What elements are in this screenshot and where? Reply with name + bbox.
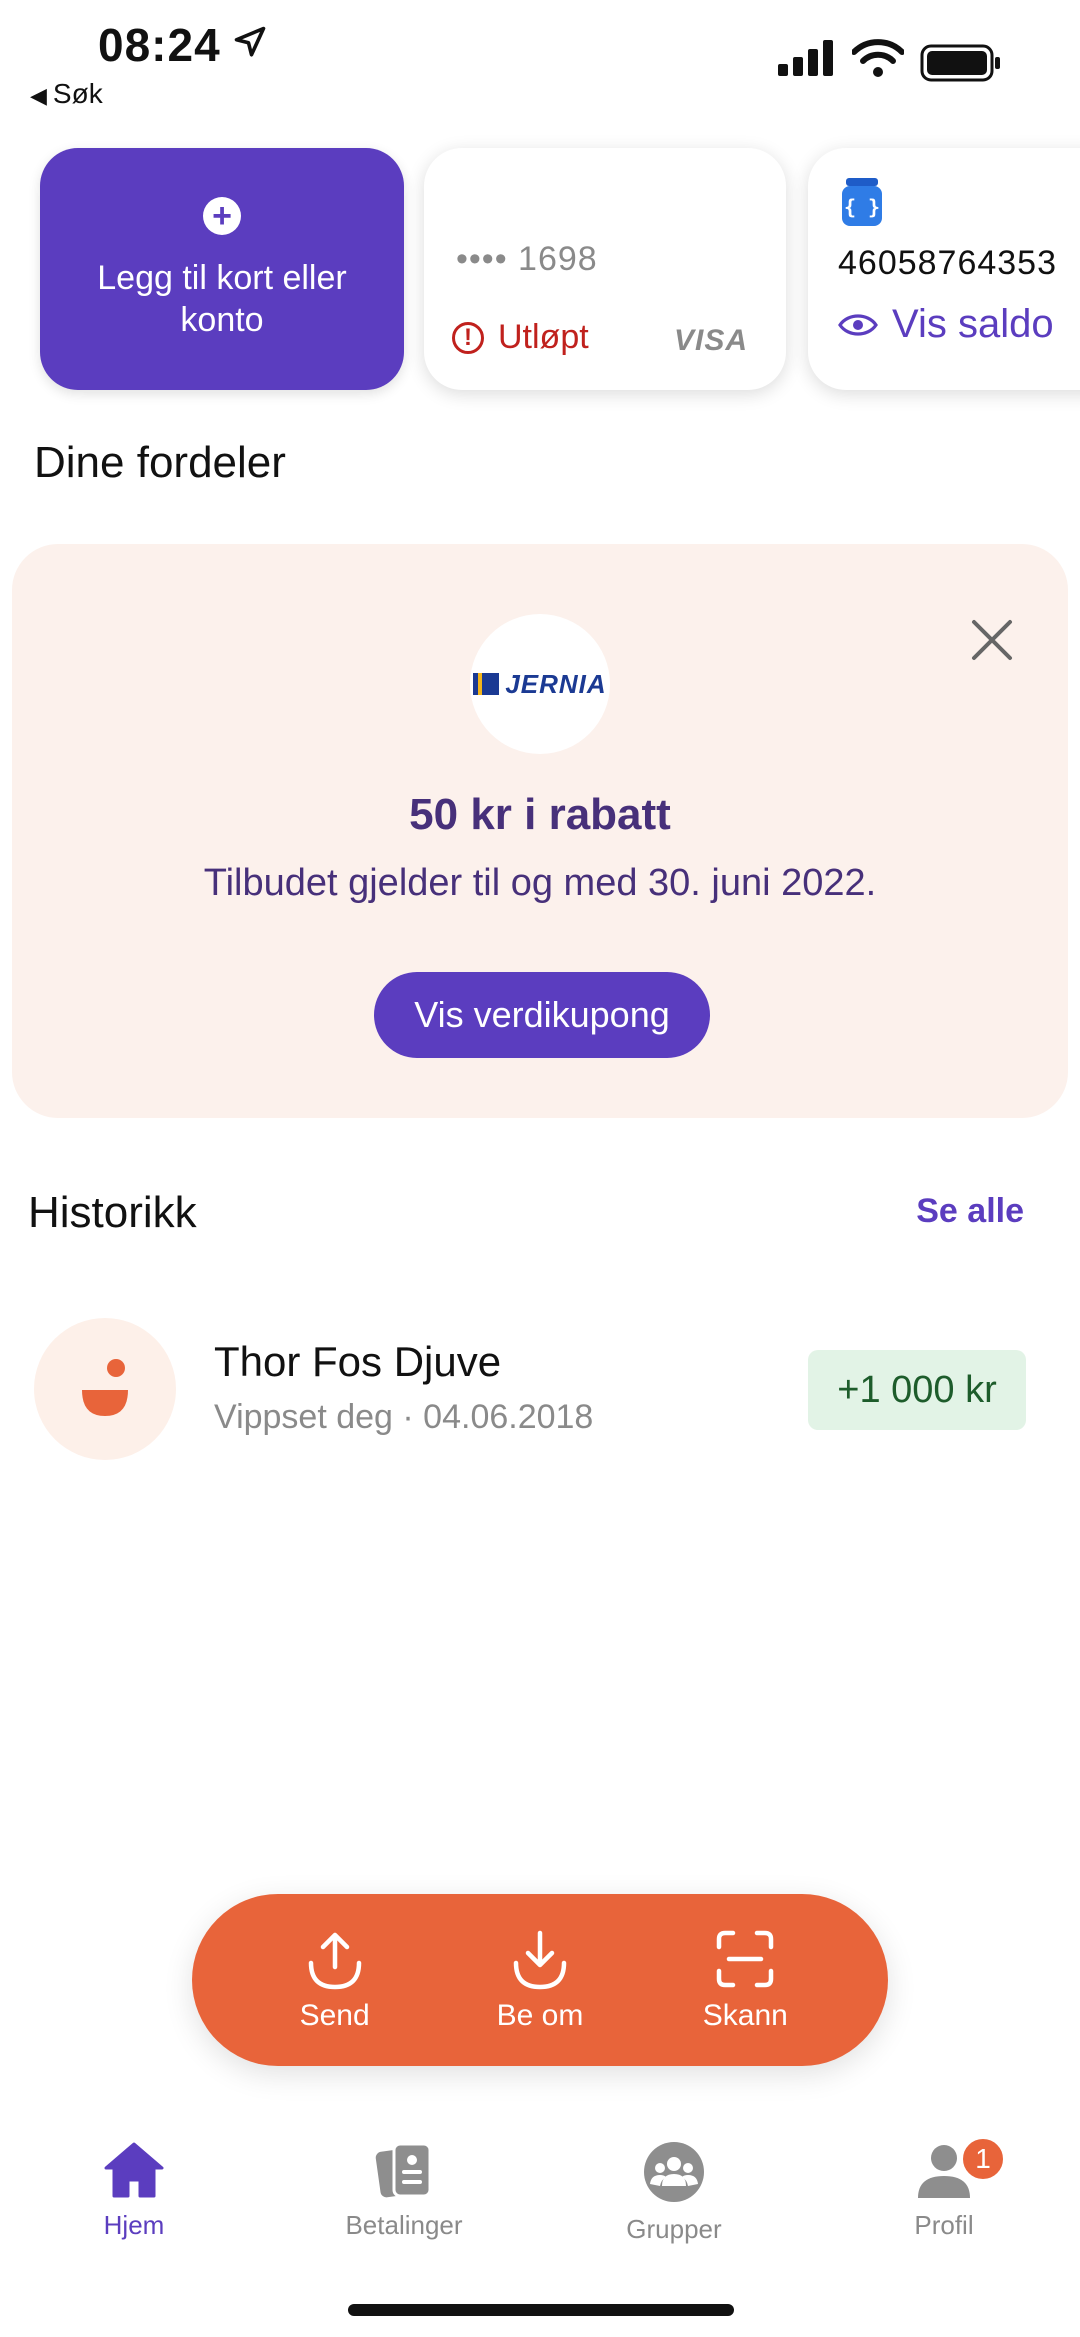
status-time: 08:24 — [98, 19, 221, 71]
request-label: Be om — [496, 1999, 584, 2032]
tab-profile-label: Profil — [914, 2210, 974, 2240]
tab-payments[interactable]: Betalinger — [304, 2140, 504, 2241]
history-title: Historikk — [28, 1188, 197, 1237]
scan-label: Skann — [702, 1999, 788, 2032]
send-label: Send — [299, 1999, 370, 2032]
tab-home[interactable]: Hjem — [34, 2140, 234, 2241]
account-number: 46058764353 — [838, 244, 1058, 282]
receipts-icon — [375, 2142, 432, 2198]
tab-groups[interactable]: Grupper — [574, 2140, 774, 2245]
show-voucher-button[interactable]: Vis verdikupong — [374, 972, 710, 1058]
card-status-label: Utløpt — [498, 318, 589, 356]
scan-button[interactable]: Skann — [665, 1927, 825, 2033]
benefits-title: Dine fordeler — [34, 438, 286, 487]
see-all-link[interactable]: Se alle — [916, 1192, 1024, 1231]
cellular-signal-icon — [778, 40, 833, 76]
offer-title: 50 kr i rabatt — [409, 790, 671, 839]
send-icon — [308, 1932, 361, 1990]
scan-icon — [717, 1930, 774, 1988]
tab-groups-label: Grupper — [626, 2214, 722, 2244]
svg-text:{ }: { } — [844, 195, 880, 219]
send-button[interactable]: Send — [255, 1927, 415, 2033]
visa-logo: VISA — [673, 324, 748, 357]
close-icon[interactable] — [968, 616, 1016, 664]
warning-icon: ! — [452, 321, 484, 354]
back-label: Søk — [52, 78, 103, 109]
back-arrow-icon: ◀ — [30, 83, 47, 108]
card-number: •••• 1698 — [456, 240, 598, 278]
transaction-meta: Vippset deg · 04.06.2018 — [214, 1398, 594, 1436]
transaction-amount: +1 000 kr — [808, 1350, 1026, 1430]
vipps-smile-icon — [82, 1359, 128, 1416]
plus-icon: + — [203, 197, 241, 235]
show-balance-label: Vis saldo — [892, 302, 1054, 346]
request-button[interactable]: Be om — [460, 1927, 620, 2033]
battery-icon — [920, 44, 1000, 82]
action-bar: Send Be om Skann — [192, 1894, 888, 2066]
tab-home-label: Hjem — [103, 2210, 165, 2240]
back-to-search[interactable]: ◀ Søk — [30, 78, 103, 110]
tab-profile[interactable]: 1 Profil — [844, 2136, 1044, 2241]
offer-card: JERNIA 50 kr i rabatt Tilbudet gjelder t… — [12, 544, 1068, 1118]
merchant-logo-text: JERNIA — [505, 668, 607, 699]
merchant-logo: JERNIA — [470, 614, 610, 754]
avatar — [34, 1318, 176, 1460]
add-card-label: Legg til kort eller konto — [97, 259, 347, 339]
account-card[interactable]: { } 46058764353 Vis saldo — [808, 148, 1080, 390]
visa-card[interactable]: •••• 1698 ! Utløpt VISA — [424, 148, 786, 390]
home-indicator — [348, 2304, 734, 2316]
groups-icon — [644, 2142, 704, 2202]
show-balance-button[interactable]: Vis saldo — [838, 302, 1054, 347]
request-icon — [513, 1930, 567, 1990]
offer-subtitle: Tilbudet gjelder til og med 30. juni 202… — [203, 862, 877, 904]
card-status: ! Utløpt — [452, 318, 589, 357]
wifi-icon — [852, 39, 904, 77]
home-icon — [104, 2142, 164, 2198]
jernia-logo-mark — [473, 673, 500, 695]
location-arrow-icon — [234, 26, 266, 57]
transaction-name: Thor Fos Djuve — [214, 1338, 502, 1385]
savings-jar-icon: { } — [842, 178, 882, 226]
eye-icon — [838, 313, 878, 336]
add-card-button[interactable]: + Legg til kort eller konto — [40, 148, 404, 390]
tab-payments-label: Betalinger — [345, 2210, 463, 2240]
notification-badge: 1 — [960, 2136, 1006, 2182]
